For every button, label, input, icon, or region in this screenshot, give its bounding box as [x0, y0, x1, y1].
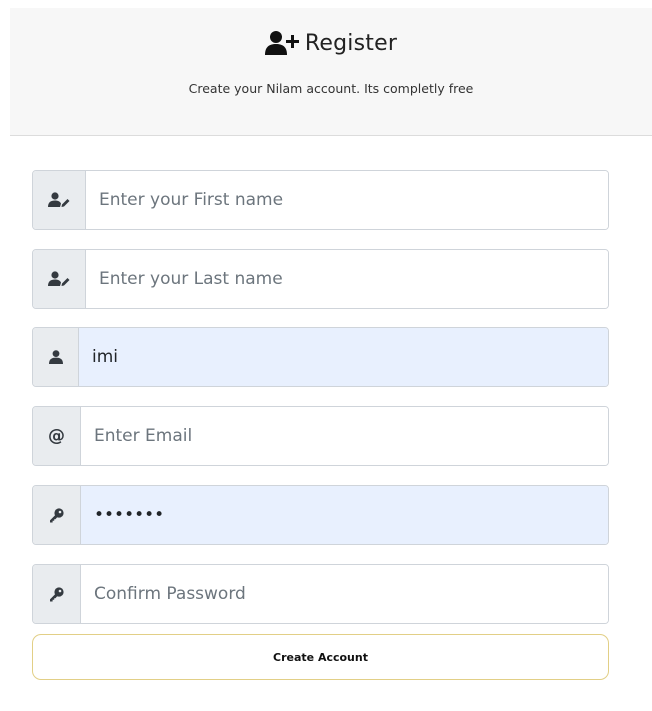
- page-title: Register: [304, 30, 398, 56]
- key-icon: [33, 486, 81, 544]
- first-name-input[interactable]: [86, 171, 608, 229]
- key-icon: [33, 565, 81, 623]
- card-header: Register Create your Nilam account. Its …: [10, 8, 652, 136]
- create-account-button[interactable]: Create Account: [32, 634, 609, 680]
- title-row: Register: [10, 30, 652, 56]
- confirm-password-field: [32, 564, 609, 624]
- user-pen-icon: [33, 171, 86, 229]
- at-icon: @: [33, 407, 81, 465]
- username-input[interactable]: [79, 328, 608, 386]
- confirm-password-input[interactable]: [81, 565, 608, 623]
- user-plus-icon: [264, 30, 299, 56]
- first-name-field: [32, 170, 609, 230]
- password-field: [32, 485, 609, 545]
- password-input[interactable]: [81, 486, 608, 544]
- email-field: @: [32, 406, 609, 466]
- at-glyph: @: [48, 426, 65, 446]
- user-pen-icon: [33, 250, 86, 308]
- last-name-field: [32, 249, 609, 309]
- username-field: [32, 327, 609, 387]
- email-input[interactable]: [81, 407, 608, 465]
- page-subtitle: Create your Nilam account. Its completly…: [188, 81, 474, 96]
- last-name-input[interactable]: [86, 250, 608, 308]
- user-icon: [33, 328, 79, 386]
